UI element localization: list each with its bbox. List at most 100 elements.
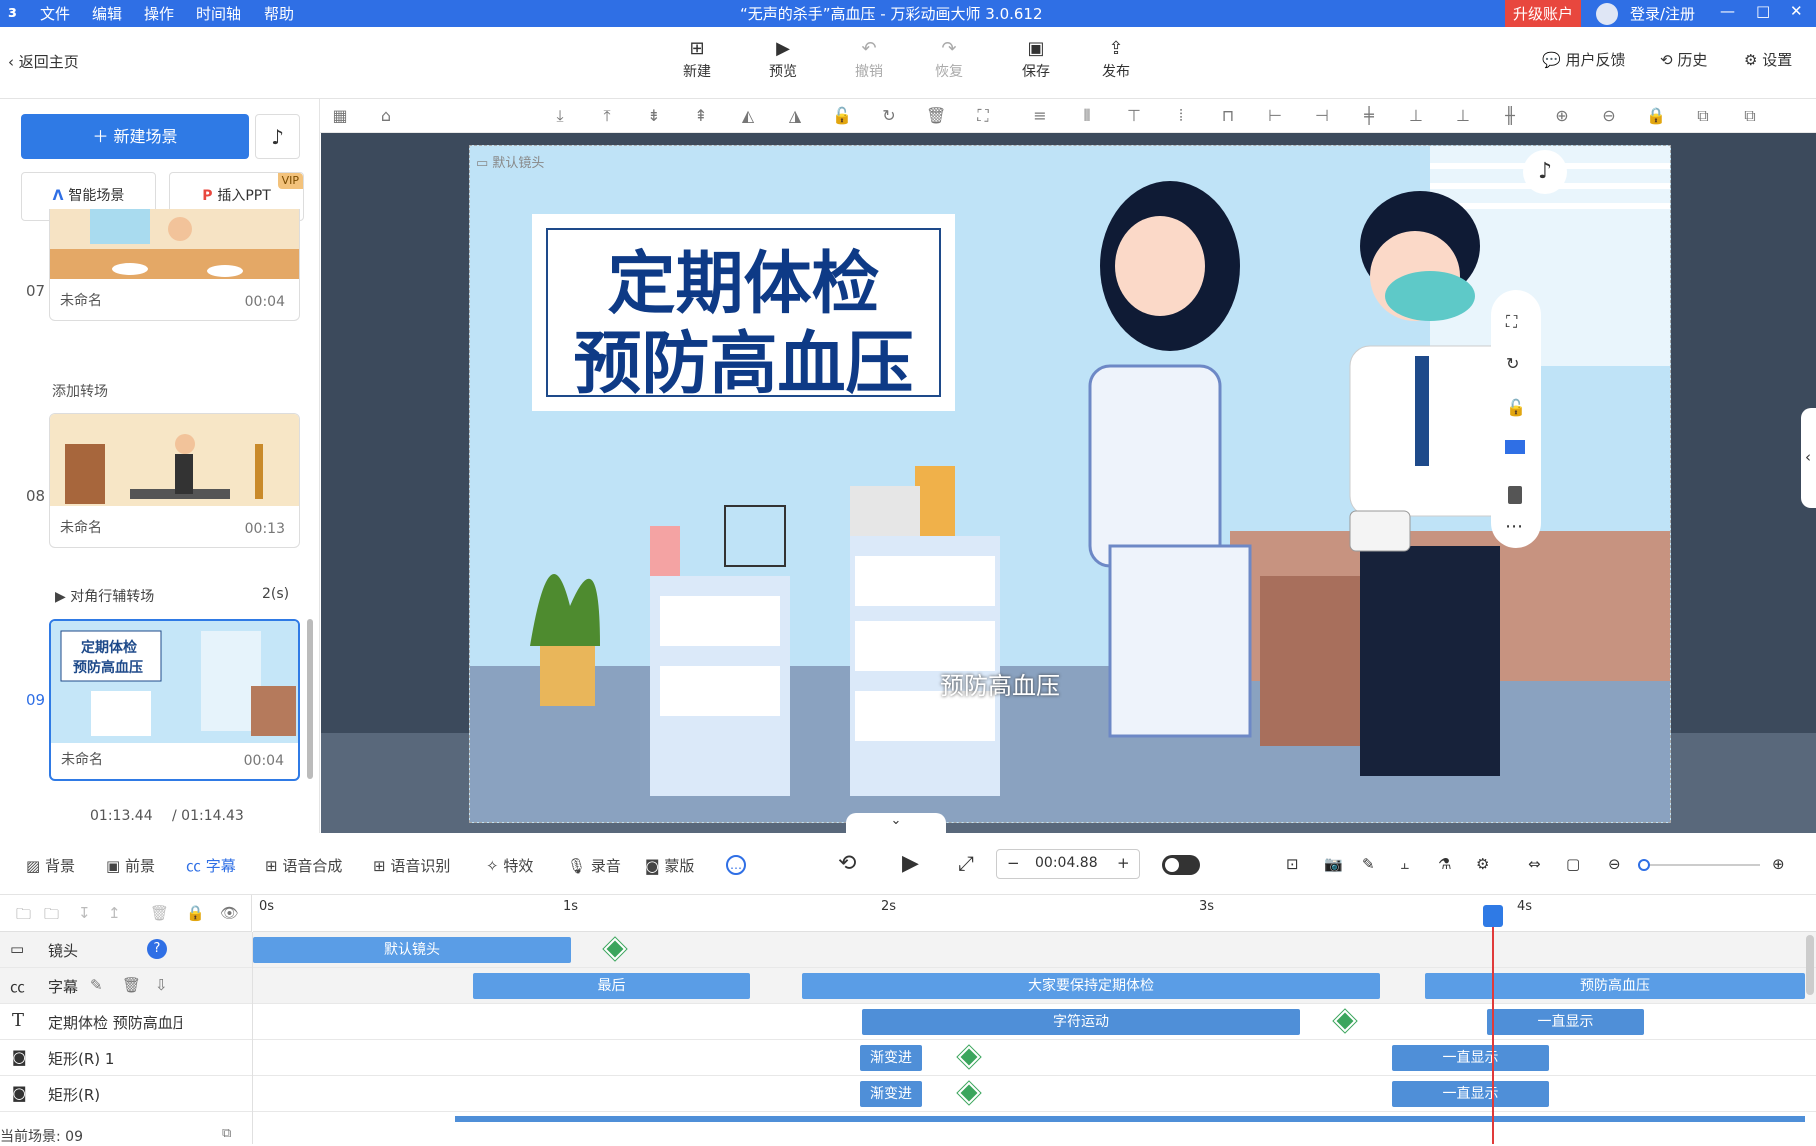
toggle-switch[interactable] [1162, 855, 1200, 875]
new-scene-button[interactable]: ＋ 新建场景 [21, 114, 249, 159]
clip-animation[interactable]: 渐变进 [860, 1081, 922, 1107]
tab-tts[interactable]: ⊞ 语音合成 [265, 855, 342, 876]
playhead[interactable] [1492, 905, 1494, 1144]
minimize-icon[interactable]: — [1720, 2, 1735, 20]
zoom-in-icon[interactable]: ⊕ [1552, 106, 1572, 126]
subtitle-text[interactable]: 预防高血压 [940, 666, 1060, 701]
time-stepper[interactable]: − 00:04.88 + [996, 849, 1140, 879]
distribute-h-icon[interactable]: ⊓ [1218, 106, 1238, 126]
zoom-out-icon[interactable]: ⊖ [1599, 106, 1619, 126]
filter-icon[interactable]: ⚗ [1438, 855, 1451, 873]
lock-icon[interactable]: 🔒 [186, 904, 205, 922]
align-vertical-icon[interactable]: ⦀ [1077, 106, 1097, 126]
publish-button[interactable]: ⇪ 发布 [1088, 37, 1144, 81]
rotate-icon[interactable]: ↻ [879, 106, 899, 126]
delete-icon[interactable]: 🗑 [150, 904, 169, 922]
music-icon[interactable]: ♪ [255, 114, 300, 159]
settings-button[interactable]: ⚙ 设置 [1744, 49, 1792, 70]
menu-action[interactable]: 操作 [144, 3, 174, 24]
track-camera[interactable]: ▭ 镜头? 默认镜头 [0, 932, 1816, 968]
zoom-out-icon[interactable]: ⊖ [1608, 855, 1621, 873]
align-center-icon[interactable]: ≡ [1030, 106, 1050, 126]
more-icon[interactable]: ⋯ [1505, 516, 1523, 537]
move-down-icon[interactable]: ↧ [78, 904, 91, 922]
align-right-icon[interactable]: ⊣ [1312, 106, 1332, 126]
track-text[interactable]: T 定期体检 预防高血压 字符运动 一直显示 [0, 1004, 1816, 1040]
clip-animation[interactable]: 字符运动 [862, 1009, 1300, 1035]
zoom-in-icon[interactable]: ⊕ [1772, 855, 1785, 873]
fit-width-icon[interactable]: ⇔ [1528, 855, 1541, 873]
undo-button[interactable]: ↶ 撤销 [841, 37, 897, 81]
tab-background[interactable]: ▨ 背景 [26, 855, 75, 876]
screen-icon[interactable] [1505, 440, 1525, 454]
export-icon[interactable]: ⇩ [155, 976, 168, 994]
unlock-icon[interactable]: 🔓 [832, 106, 852, 126]
move-up-icon[interactable]: ⇞ [691, 106, 711, 126]
distribute-icon[interactable]: ⦙ [1171, 106, 1191, 126]
fullscreen-icon[interactable]: ⛶ [1506, 312, 1517, 332]
transition-item[interactable]: ▶ 对角行辅转场 [55, 586, 154, 606]
maximize-icon[interactable]: □ [1756, 2, 1770, 20]
feedback-button[interactable]: 💬 用户反馈 [1542, 49, 1625, 70]
move-up-icon[interactable]: ↥ [108, 904, 121, 922]
edit-icon[interactable]: ✎ [90, 976, 103, 994]
clip-subtitle[interactable]: 最后 [473, 973, 750, 999]
play-icon[interactable]: ▶ [902, 851, 919, 876]
clip-animation[interactable]: 一直显示 [1487, 1009, 1644, 1035]
time-value[interactable]: 00:04.88 [1035, 855, 1098, 871]
adjust-icon[interactable]: ⚙ [1476, 855, 1489, 873]
edit-icon[interactable]: ✎ [1362, 855, 1375, 873]
decrement-button[interactable]: − [1007, 854, 1020, 872]
flip-vertical-icon[interactable]: ◮ [785, 106, 805, 126]
tab-foreground[interactable]: ▣ 前景 [106, 855, 155, 876]
clip-animation[interactable]: 渐变进 [860, 1045, 922, 1071]
zoom-slider[interactable] [1638, 859, 1760, 871]
menu-edit[interactable]: 编辑 [92, 3, 122, 24]
move-down-icon[interactable]: ⇟ [644, 106, 664, 126]
new-button[interactable]: ⊞ 新建 [669, 37, 725, 81]
login-link[interactable]: 登录/注册 [1630, 3, 1695, 24]
expand-icon[interactable]: ⤢ [958, 851, 974, 875]
avatar[interactable] [1596, 3, 1618, 25]
menu-timeline[interactable]: 时间轴 [196, 3, 241, 24]
fit-icon[interactable]: ⛶ [973, 106, 993, 126]
save-button[interactable]: ▣ 保存 [1008, 37, 1064, 81]
align-top-edge-icon[interactable]: ⊥ [1406, 106, 1426, 126]
headline-box[interactable]: 定期体检 预防高血压 [532, 214, 955, 411]
ruler-icon[interactable]: ▦ [330, 106, 350, 126]
new-folder-icon[interactable]: 🗀 [44, 904, 59, 929]
back-home-link[interactable]: ‹ 返回主页 [8, 51, 79, 72]
menu-help[interactable]: 帮助 [264, 3, 294, 24]
distribute-v-icon[interactable]: ╫ [1500, 106, 1520, 126]
more-icon[interactable]: … [726, 855, 746, 875]
tab-record[interactable]: 🎙 录音 [567, 855, 621, 876]
layers-icon[interactable]: ⧉ [222, 1126, 231, 1141]
history-button[interactable]: ⟲ 历史 [1660, 49, 1707, 70]
track-subtitle[interactable]: ㏄字幕 ✎ 🗑 ⇩ 最后 大家要保持定期体检 预防高血压 [0, 968, 1816, 1004]
align-bottom-icon[interactable]: ⊥ [1453, 106, 1473, 126]
add-keyframe-icon[interactable] [603, 937, 627, 961]
add-keyframe-icon[interactable] [957, 1045, 981, 1069]
delete-icon[interactable]: 🗑 [926, 106, 946, 126]
help-icon[interactable]: ? [147, 939, 167, 959]
track-rect-1[interactable]: ◙ 矩形(R) 1 渐变进 一直显示 [0, 1040, 1816, 1076]
timeline-scrollbar[interactable] [1806, 935, 1814, 995]
home-icon[interactable]: ⌂ [376, 106, 396, 126]
clip-subtitle[interactable]: 预防高血压 [1425, 973, 1805, 999]
delete-icon[interactable]: 🗑 [122, 976, 141, 994]
collapse-handle[interactable]: ‹ [1801, 408, 1816, 508]
chevron-down-icon[interactable]: ⌄ [846, 813, 946, 833]
track-rect[interactable]: ◙ 矩形(R) 渐变进 一直显示 [0, 1076, 1816, 1112]
add-transition-link[interactable]: 添加转场 [52, 381, 108, 401]
replay-icon[interactable]: ⟲ [838, 851, 856, 876]
upgrade-button[interactable]: 升级账户 [1505, 0, 1582, 27]
tab-effects[interactable]: ✧ 特效 [486, 855, 533, 876]
paste-icon[interactable]: ⧉ [1740, 106, 1760, 126]
time-ruler[interactable]: 0s 1s 2s 3s 4s [253, 895, 1816, 932]
partial-track-bar[interactable] [455, 1116, 1805, 1122]
playhead-handle[interactable] [1483, 905, 1503, 927]
align-left-icon[interactable]: ⊢ [1265, 106, 1285, 126]
eye-icon[interactable]: 👁 [220, 904, 239, 922]
copy-icon[interactable]: ⧉ [1693, 106, 1713, 126]
add-keyframe-icon[interactable] [957, 1081, 981, 1105]
